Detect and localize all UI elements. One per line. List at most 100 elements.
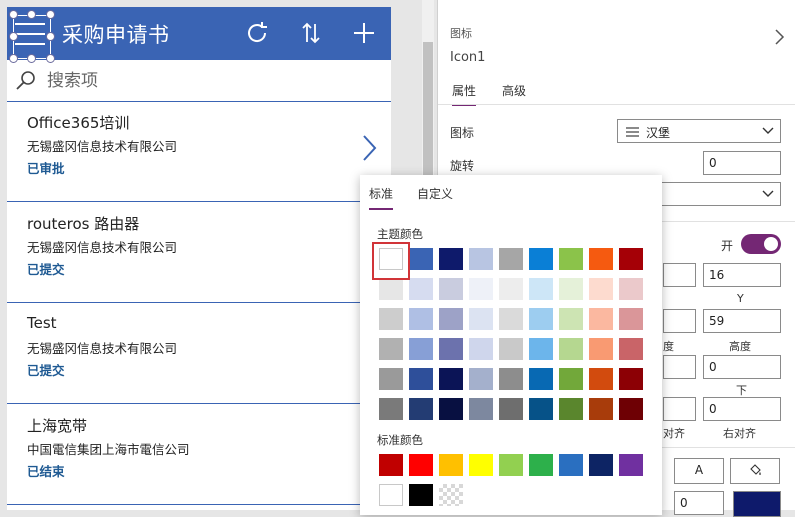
theme-color-swatch[interactable] xyxy=(439,248,463,270)
theme-color-swatch[interactable] xyxy=(619,368,643,390)
theme-color-swatch[interactable] xyxy=(469,308,493,330)
theme-color-swatch[interactable] xyxy=(619,338,643,360)
theme-color-swatch[interactable] xyxy=(559,248,583,270)
padding-right-input[interactable]: 0 xyxy=(703,397,781,421)
tab-advanced[interactable]: 高级 xyxy=(502,82,526,104)
fill-color-button[interactable] xyxy=(730,458,780,484)
standard-color-swatch[interactable] xyxy=(499,454,523,476)
theme-color-swatch[interactable] xyxy=(589,338,613,360)
theme-color-swatch[interactable] xyxy=(499,308,523,330)
resize-handle[interactable] xyxy=(46,32,55,41)
theme-color-swatch[interactable] xyxy=(619,248,643,270)
standard-color-swatch[interactable] xyxy=(619,454,643,476)
theme-color-swatch[interactable] xyxy=(409,338,433,360)
padding-left-input[interactable] xyxy=(663,397,696,421)
theme-color-swatch[interactable] xyxy=(409,248,433,270)
theme-color-swatch[interactable] xyxy=(559,338,583,360)
theme-color-swatch[interactable] xyxy=(409,368,433,390)
standard-color-swatch[interactable] xyxy=(559,454,583,476)
theme-color-swatch[interactable] xyxy=(589,308,613,330)
border-color-swatch[interactable] xyxy=(733,491,781,517)
hamburger-icon[interactable] xyxy=(9,10,55,63)
chevron-right-icon[interactable] xyxy=(359,132,379,164)
tab-properties[interactable]: 属性 xyxy=(452,82,477,106)
theme-color-swatch[interactable] xyxy=(589,368,613,390)
theme-color-swatch[interactable] xyxy=(499,278,523,300)
standard-color-swatch[interactable] xyxy=(379,454,403,476)
standard-color-swatch[interactable] xyxy=(379,484,403,506)
standard-color-swatch[interactable] xyxy=(439,454,463,476)
search-input[interactable] xyxy=(47,68,367,94)
theme-color-swatch[interactable] xyxy=(379,308,403,330)
theme-color-swatch[interactable] xyxy=(439,278,463,300)
theme-color-swatch[interactable] xyxy=(379,338,403,360)
theme-color-swatch[interactable] xyxy=(499,368,523,390)
standard-color-swatch[interactable] xyxy=(589,454,613,476)
theme-color-swatch[interactable] xyxy=(469,368,493,390)
theme-color-swatch[interactable] xyxy=(379,398,403,420)
sort-icon[interactable] xyxy=(297,19,325,47)
resize-handle[interactable] xyxy=(46,10,55,19)
tab-standard[interactable]: 标准 xyxy=(369,185,394,210)
list-item[interactable]: 上海宽带 中国電信集团上海市電信公司 已结束 xyxy=(7,405,391,505)
resize-handle[interactable] xyxy=(9,32,18,41)
y-input-box[interactable]: 16 xyxy=(703,263,781,287)
theme-color-swatch[interactable] xyxy=(439,398,463,420)
theme-color-swatch[interactable] xyxy=(469,398,493,420)
theme-color-swatch[interactable] xyxy=(529,248,553,270)
padding-top-input[interactable]: 0 xyxy=(703,355,781,379)
border-width-input[interactable]: 0 xyxy=(674,491,724,515)
theme-color-swatch[interactable] xyxy=(529,398,553,420)
theme-color-swatch[interactable] xyxy=(589,278,613,300)
theme-color-swatch[interactable] xyxy=(559,398,583,420)
chevron-right-icon[interactable] xyxy=(774,28,786,46)
theme-color-swatch[interactable] xyxy=(529,368,553,390)
theme-color-swatch[interactable] xyxy=(619,398,643,420)
theme-color-swatch[interactable] xyxy=(499,248,523,270)
theme-color-swatch[interactable] xyxy=(589,248,613,270)
theme-color-swatch[interactable] xyxy=(559,308,583,330)
add-icon[interactable] xyxy=(350,19,378,47)
standard-color-swatch[interactable] xyxy=(409,484,433,506)
resize-handle[interactable] xyxy=(27,10,36,19)
theme-color-swatch[interactable] xyxy=(619,308,643,330)
list-item[interactable]: routeros 路由器 无锡盛冈信息技术有限公司 已提交 xyxy=(7,203,391,303)
theme-color-swatch[interactable] xyxy=(469,278,493,300)
theme-color-swatch[interactable] xyxy=(559,278,583,300)
theme-color-swatch[interactable] xyxy=(619,278,643,300)
standard-color-swatch[interactable] xyxy=(529,454,553,476)
list-item[interactable]: Test 无锡盛冈信息技术有限公司 已提交 xyxy=(7,304,391,404)
theme-color-swatch[interactable] xyxy=(499,398,523,420)
theme-color-swatch[interactable] xyxy=(559,368,583,390)
theme-color-swatch[interactable] xyxy=(379,278,403,300)
theme-color-swatch[interactable] xyxy=(469,338,493,360)
list-item[interactable]: Office365培训 无锡盛冈信息技术有限公司 已审批 xyxy=(7,102,391,202)
theme-color-swatch[interactable] xyxy=(469,248,493,270)
theme-color-swatch[interactable] xyxy=(589,398,613,420)
theme-color-swatch[interactable] xyxy=(439,368,463,390)
standard-color-swatch[interactable] xyxy=(409,454,433,476)
width-input[interactable]: 59 xyxy=(703,309,781,333)
theme-color-swatch[interactable] xyxy=(529,278,553,300)
icon-dropdown[interactable]: 汉堡 xyxy=(617,119,781,143)
theme-color-swatch[interactable] xyxy=(439,338,463,360)
width-input-edge[interactable] xyxy=(663,309,696,333)
theme-color-swatch[interactable] xyxy=(409,308,433,330)
theme-color-swatch[interactable] xyxy=(379,368,403,390)
padding-edge[interactable] xyxy=(663,355,696,379)
theme-color-swatch[interactable] xyxy=(529,308,553,330)
theme-color-swatch[interactable] xyxy=(409,398,433,420)
rotation-input[interactable]: 0 xyxy=(703,151,781,175)
refresh-icon[interactable] xyxy=(243,19,271,47)
visible-toggle[interactable] xyxy=(741,234,781,254)
standard-color-swatch[interactable] xyxy=(469,454,493,476)
theme-color-swatch[interactable] xyxy=(409,278,433,300)
theme-color-swatch[interactable] xyxy=(439,308,463,330)
x-input[interactable] xyxy=(663,263,696,287)
theme-color-swatch[interactable] xyxy=(529,338,553,360)
theme-color-swatch[interactable] xyxy=(499,338,523,360)
tab-custom[interactable]: 自定义 xyxy=(417,185,453,208)
transparent-color-swatch[interactable] xyxy=(439,484,463,506)
font-color-button[interactable]: A xyxy=(674,458,724,484)
resize-handle[interactable] xyxy=(9,10,18,19)
